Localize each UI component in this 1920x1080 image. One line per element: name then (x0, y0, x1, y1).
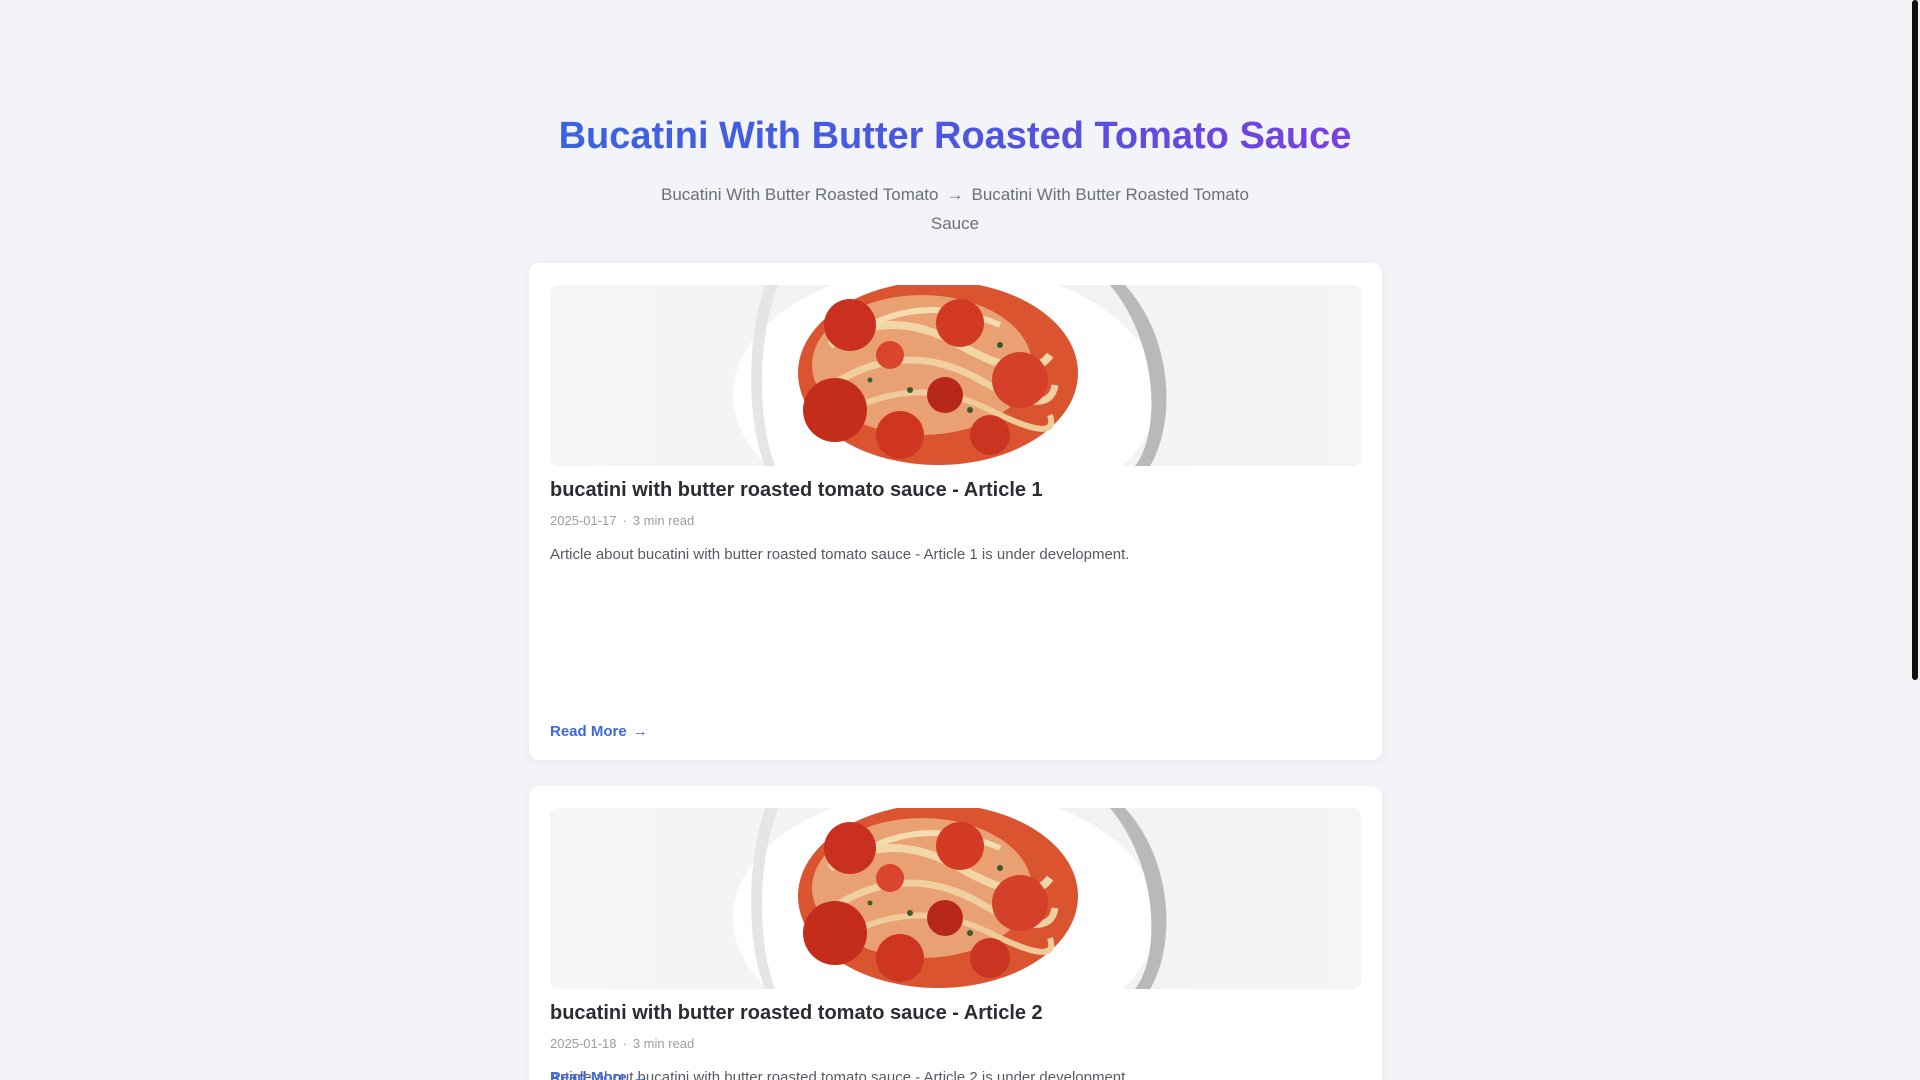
breadcrumb: Bucatini With Butter Roasted Tomato → Buca… (655, 180, 1255, 238)
article-read-time: 3 min read (632, 513, 695, 528)
article-meta: 2025-01-17 · 3 min read (550, 513, 695, 528)
pasta-dish-illustration (733, 808, 1167, 989)
breadcrumb-parent-link[interactable]: Bucatini With Butter Roasted Tomato (661, 185, 939, 204)
breadcrumb-current: Bucatini With Butter Roasted Tomato Sauc… (930, 185, 1249, 233)
pasta-dish-illustration (733, 285, 1167, 466)
breadcrumb-separator: → (946, 185, 964, 204)
article-excerpt: Article about bucatini with butter roast… (550, 546, 1130, 563)
article-title[interactable]: bucatini with butter roasted tomato sauc… (550, 476, 1361, 504)
arrow-right-icon: → (632, 723, 648, 740)
pasta-dish-photo-icon[interactable] (550, 285, 1361, 466)
article-card[interactable]: bucatini with butter roasted tomato sauc… (529, 263, 1382, 760)
article-excerpt: Article about bucatini with butter roast… (550, 1069, 1130, 1080)
article-date: 2025-01-17 (550, 513, 617, 528)
read-more-link[interactable]: Read More → (550, 1069, 648, 1080)
page: Bucatini With Butter Roasted Tomato Sauc… (0, 0, 1920, 1080)
arrow-right-icon: → (632, 1069, 648, 1080)
read-more-link[interactable]: Read More → (550, 723, 648, 740)
read-more-label: Read More (550, 1069, 627, 1080)
article-read-time: 3 min read (632, 1036, 695, 1051)
article-card[interactable]: bucatini with butter roasted tomato sauc… (529, 786, 1382, 1080)
article-title[interactable]: bucatini with butter roasted tomato sauc… (550, 999, 1361, 1027)
page-header: Bucatini With Butter Roasted Tomato Sauc… (0, 110, 1910, 238)
read-more-label: Read More (550, 723, 627, 740)
article-date: 2025-01-18 (550, 1036, 617, 1051)
scrollbar-track[interactable] (1910, 0, 1920, 1080)
scrollbar-thumb[interactable] (1912, 0, 1918, 680)
pasta-dish-photo-icon[interactable] (550, 808, 1361, 989)
page-title: Bucatini With Butter Roasted Tomato Sauc… (559, 110, 1352, 162)
article-meta: 2025-01-18 · 3 min read (550, 1036, 695, 1051)
